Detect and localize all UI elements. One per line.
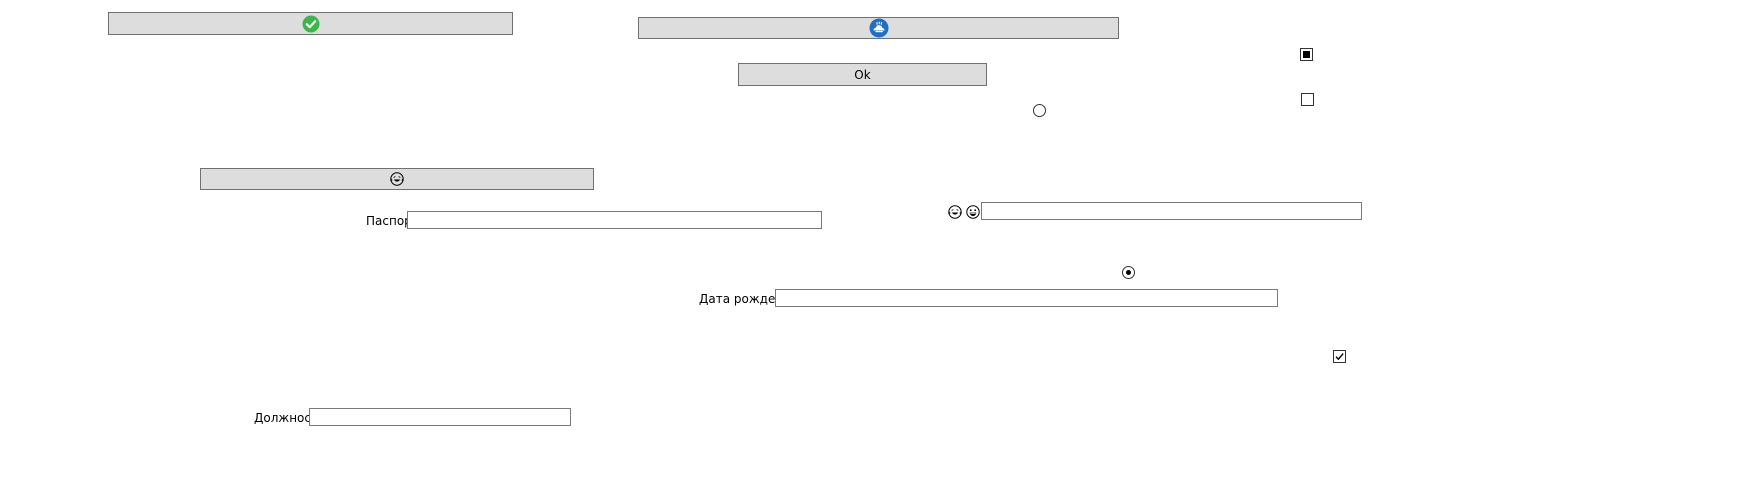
radio-checked[interactable] [1122,266,1135,279]
laughing-face-icon [948,205,962,219]
grinning-face-icon [966,205,980,219]
birthdate-field[interactable] [775,289,1278,307]
laughing-face-icon [390,172,404,186]
cloud-hand-icon [869,18,889,38]
ok-button[interactable]: Ok [738,63,987,86]
checkbox-indeterminate[interactable] [1300,48,1313,61]
position-field[interactable] [309,408,571,426]
cloud-button[interactable] [638,17,1119,39]
radio-dot [1126,270,1131,275]
radio-unchecked[interactable] [1033,104,1046,117]
checkbox-unchecked[interactable] [1301,93,1314,106]
confirm-button[interactable] [108,12,513,35]
check-circle-icon [302,15,320,33]
emoji-button[interactable] [200,168,594,190]
check-mark-icon [1335,353,1344,361]
checkbox-checked[interactable] [1333,350,1346,363]
ok-button-label: Ok [854,67,871,82]
passport-field[interactable] [407,211,822,229]
indeterminate-mark [1303,51,1310,58]
emoji-text-field[interactable] [981,202,1362,220]
